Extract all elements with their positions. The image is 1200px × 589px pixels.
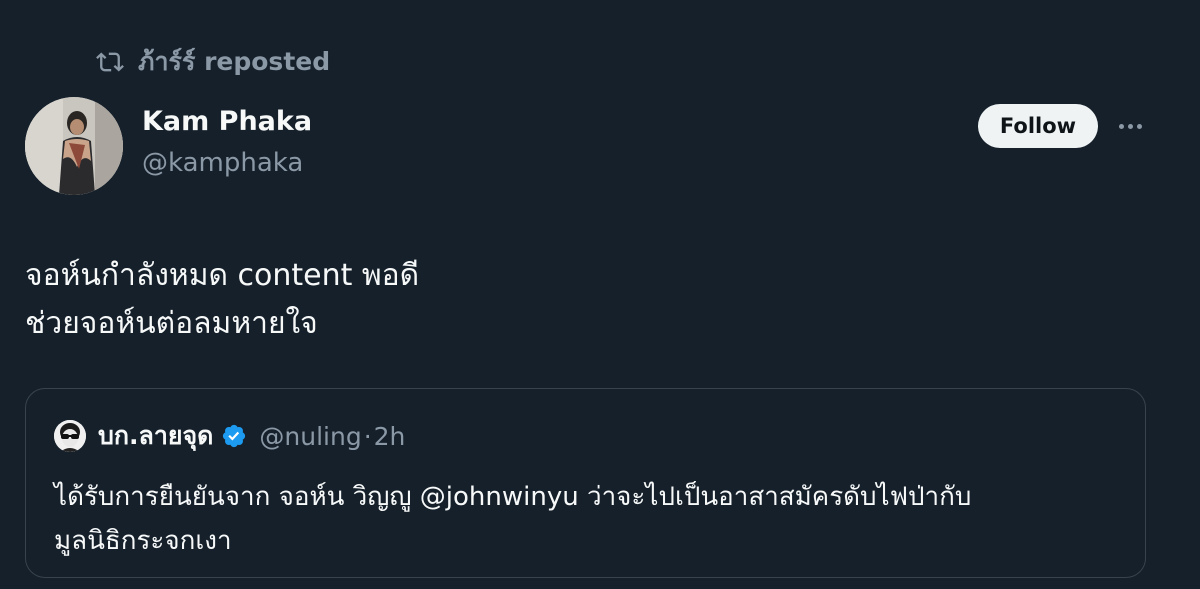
quoted-tweet-header: บก.ลายจุด @nuling · 2h — [54, 419, 405, 453]
tweet-view: ภ้าร์ร์ reposted Kam Phaka @kamphaka Fol… — [0, 0, 1200, 589]
more-dot — [1127, 123, 1133, 129]
tweet-text: จอห์นกำลังหมด content พอดี ช่วยจอห์นต่อล… — [25, 252, 1125, 348]
repost-indicator[interactable]: ภ้าร์ร์ reposted — [96, 44, 330, 80]
quoted-timestamp[interactable]: 2h — [374, 422, 406, 451]
separator-dot: · — [363, 421, 372, 451]
quoted-author-handle[interactable]: @nuling — [259, 422, 361, 451]
quoted-author-name[interactable]: บก.ลายจุด — [98, 416, 213, 456]
avatar-photo — [25, 97, 123, 195]
repost-label: ภ้าร์ร์ reposted — [138, 47, 331, 76]
avatar[interactable] — [25, 97, 123, 195]
more-dot — [1136, 123, 1142, 129]
quoted-tweet-text: ได้รับการยืนยันจาก จอห์น วิญญู @johnwiny… — [54, 475, 1134, 563]
author-handle[interactable]: @kamphaka — [142, 148, 303, 178]
quoted-avatar-photo — [54, 420, 86, 452]
follow-button[interactable]: Follow — [978, 104, 1098, 148]
repost-icon — [96, 52, 124, 72]
tweet-text-line: จอห์นกำลังหมด content พอดี — [25, 258, 420, 293]
verified-badge-icon — [223, 424, 246, 448]
more-dot — [1118, 123, 1124, 129]
quoted-text-line: มูลนิธิกระจกเงา — [54, 526, 232, 556]
quoted-tweet-card[interactable]: บก.ลายจุด @nuling · 2h ได้รับการยืนยันจา… — [25, 388, 1146, 578]
more-icon[interactable] — [1110, 108, 1150, 144]
tweet-text-line: ช่วยจอห์นต่อลมหายใจ — [25, 306, 318, 341]
quoted-author-avatar[interactable] — [54, 420, 86, 452]
author-name[interactable]: Kam Phaka — [142, 106, 312, 137]
quoted-text-line: ได้รับการยืนยันจาก จอห์น วิญญู @johnwiny… — [54, 482, 972, 512]
